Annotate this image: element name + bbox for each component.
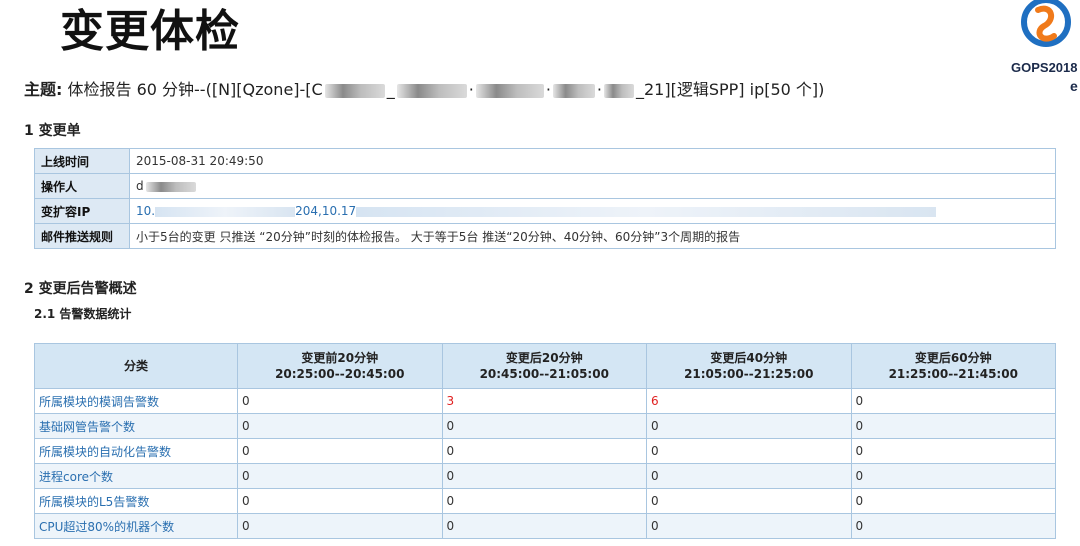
table-cell: 0 bbox=[441, 488, 647, 514]
table-cell: 0 bbox=[237, 438, 443, 464]
row-key: 变扩容IP bbox=[34, 198, 130, 224]
report-subject: 主题: 体检报告 60 分钟--([N][Qzone]-[C _ · · · _21][逻… bbox=[24, 80, 825, 99]
table-cell: 0 bbox=[237, 388, 443, 414]
table-row: 进程core个数 0 0 0 0 bbox=[34, 463, 1056, 489]
category-link[interactable]: 进程core个数 bbox=[34, 463, 238, 489]
category-link[interactable]: 所属模块的L5告警数 bbox=[34, 488, 238, 514]
ip-value-a: 10. bbox=[136, 204, 156, 218]
table-cell: 0 bbox=[441, 438, 647, 464]
table-cell: 0 bbox=[646, 463, 852, 489]
header-line1: 变更后60分钟 bbox=[914, 351, 992, 365]
redacted-block bbox=[324, 83, 385, 98]
table-cell: 0 bbox=[237, 463, 443, 489]
section-heading-change-order: 1 变更单 bbox=[24, 123, 81, 139]
subject-prefix: 体检报告 60 分钟--([N][Qzone]-[C bbox=[67, 80, 323, 99]
row-key: 上线时间 bbox=[34, 148, 130, 174]
table-cell: 0 bbox=[850, 488, 1056, 514]
category-link[interactable]: 基础网管告警个数 bbox=[34, 413, 238, 439]
header-line2: 21:25:00--21:45:00 bbox=[888, 367, 1018, 381]
redacted-block bbox=[552, 83, 595, 98]
table-cell: 0 bbox=[850, 513, 1056, 539]
alert-stats-table: 分类 变更前20分钟 20:25:00--20:45:00 变更后20分钟 20:4… bbox=[34, 343, 1056, 539]
table-cell: 0 bbox=[850, 413, 1056, 439]
header-line1: 分类 bbox=[123, 359, 148, 373]
table-cell: 0 bbox=[646, 513, 852, 539]
table-row: CPU超过80%的机器个数 0 0 0 0 bbox=[34, 513, 1056, 539]
table-cell: 0 bbox=[646, 413, 852, 439]
redacted-block bbox=[604, 83, 634, 98]
table-cell: 0 bbox=[646, 488, 852, 514]
table-cell: 0 bbox=[646, 438, 852, 464]
ip-cell: 10. 204,10.17 bbox=[129, 198, 1056, 224]
table-row: 操作人 d bbox=[34, 173, 1056, 199]
table-cell: 0 bbox=[850, 438, 1056, 464]
header-line1: 变更后20分钟 bbox=[505, 351, 583, 365]
column-header: 变更后20分钟 20:45:00--21:05:00 bbox=[441, 343, 647, 389]
row-key: 操作人 bbox=[34, 173, 130, 199]
row-value: d bbox=[136, 179, 144, 193]
column-header: 变更后40分钟 21:05:00--21:25:00 bbox=[646, 343, 852, 389]
table-row: 邮件推送规则 小于5台的变更 只推送 “20分钟”时刻的体检报告。 大于等于5台… bbox=[34, 223, 1056, 249]
table-cell: 0 bbox=[850, 388, 1056, 414]
subject-suffix: 21][逻辑SPP] ip[50 个]) bbox=[644, 80, 825, 99]
table-row: 基础网管告警个数 0 0 0 0 bbox=[34, 413, 1056, 439]
table-cell: 0 bbox=[441, 463, 647, 489]
header-line1: 变更后40分钟 bbox=[710, 351, 788, 365]
table-cell: 0 bbox=[237, 413, 443, 439]
subsection-heading-alert-stats: 2.1 告警数据统计 bbox=[34, 307, 132, 321]
redacted-block bbox=[356, 206, 937, 217]
ip-value-b: 204,10.17 bbox=[295, 204, 357, 218]
gops-logo: GOPS2018 e bbox=[1008, 0, 1080, 96]
table-cell: 0 bbox=[441, 413, 647, 439]
header-line2: 20:45:00--21:05:00 bbox=[479, 367, 609, 381]
section-heading-alert-summary: 2 变更后告警概述 bbox=[24, 281, 137, 297]
table-row: 变扩容IP 10. 204,10.17 bbox=[34, 198, 1056, 224]
header-line2: 21:05:00--21:25:00 bbox=[684, 367, 814, 381]
table-row: 所属模块的L5告警数 0 0 0 0 bbox=[34, 488, 1056, 514]
row-value: 小于5台的变更 只推送 “20分钟”时刻的体检报告。 大于等于5台 推送“20分… bbox=[129, 223, 1056, 249]
table-row: 所属模块的自动化告警数 0 0 0 0 bbox=[34, 438, 1056, 464]
row-value: 2015-08-31 20:49:50 bbox=[129, 148, 1056, 174]
table-cell: 0 bbox=[850, 463, 1056, 489]
header-line2: 20:25:00--20:45:00 bbox=[275, 367, 405, 381]
subject-label: 主题: bbox=[24, 80, 63, 99]
table-cell: 0 bbox=[237, 488, 443, 514]
redacted-block bbox=[155, 206, 296, 217]
page-title: 变更体检 bbox=[60, 6, 240, 57]
table-cell: 0 bbox=[441, 513, 647, 539]
gops-logo-icon bbox=[1021, 0, 1071, 47]
category-link[interactable]: 所属模块的自动化告警数 bbox=[34, 438, 238, 464]
redacted-block bbox=[475, 83, 544, 98]
table-header-row: 分类 变更前20分钟 20:25:00--20:45:00 变更后20分钟 20:4… bbox=[34, 343, 1056, 389]
column-header: 分类 bbox=[34, 343, 238, 389]
logo-subtext: e bbox=[1070, 78, 1078, 94]
operator-cell: d bbox=[129, 173, 1056, 199]
table-row: 所属模块的模调告警数 0 3 6 0 bbox=[34, 388, 1056, 414]
row-key: 邮件推送规则 bbox=[34, 223, 130, 249]
table-cell: 3 bbox=[441, 388, 647, 414]
category-link[interactable]: CPU超过80%的机器个数 bbox=[34, 513, 238, 539]
redacted-block bbox=[145, 181, 196, 192]
table-cell: 6 bbox=[646, 388, 852, 414]
table-cell: 0 bbox=[237, 513, 443, 539]
change-order-table: 上线时间 2015-08-31 20:49:50 操作人 d 变扩容IP 10.… bbox=[34, 148, 1056, 249]
category-link[interactable]: 所属模块的模调告警数 bbox=[34, 388, 238, 414]
table-row: 上线时间 2015-08-31 20:49:50 bbox=[34, 148, 1056, 174]
column-header: 变更后60分钟 21:25:00--21:45:00 bbox=[850, 343, 1056, 389]
logo-text: GOPS2018 bbox=[1011, 60, 1078, 75]
header-line1: 变更前20分钟 bbox=[301, 351, 379, 365]
column-header: 变更前20分钟 20:25:00--20:45:00 bbox=[237, 343, 443, 389]
redacted-block bbox=[396, 83, 467, 98]
